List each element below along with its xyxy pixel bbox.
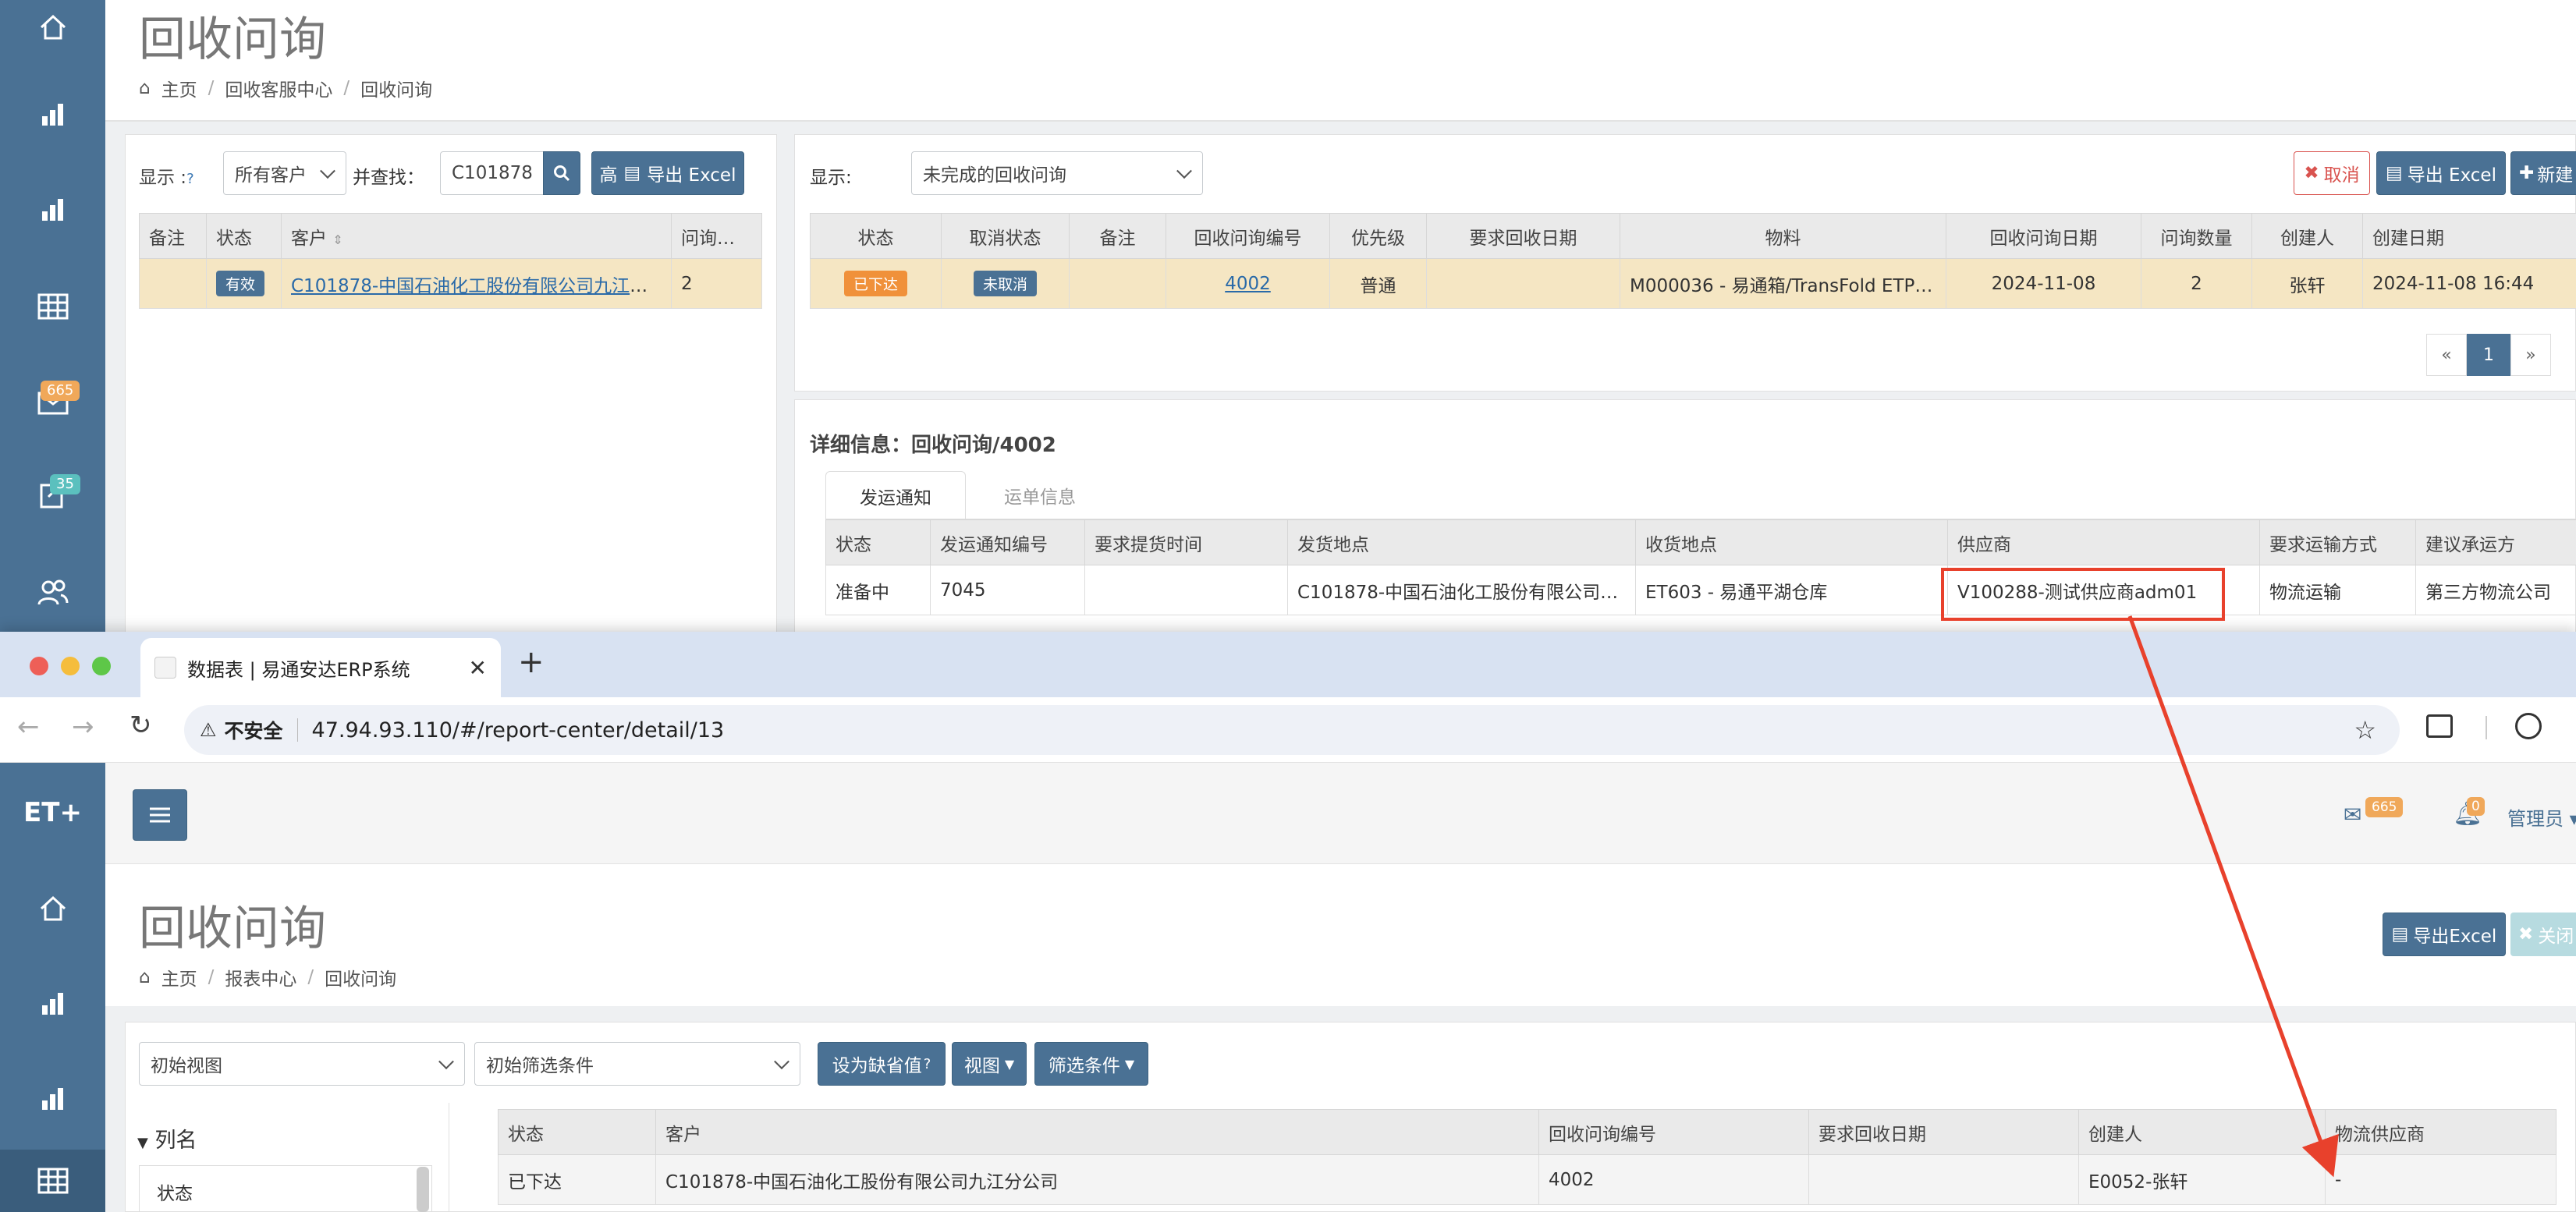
annotation-arrow [2127,615,2339,1178]
